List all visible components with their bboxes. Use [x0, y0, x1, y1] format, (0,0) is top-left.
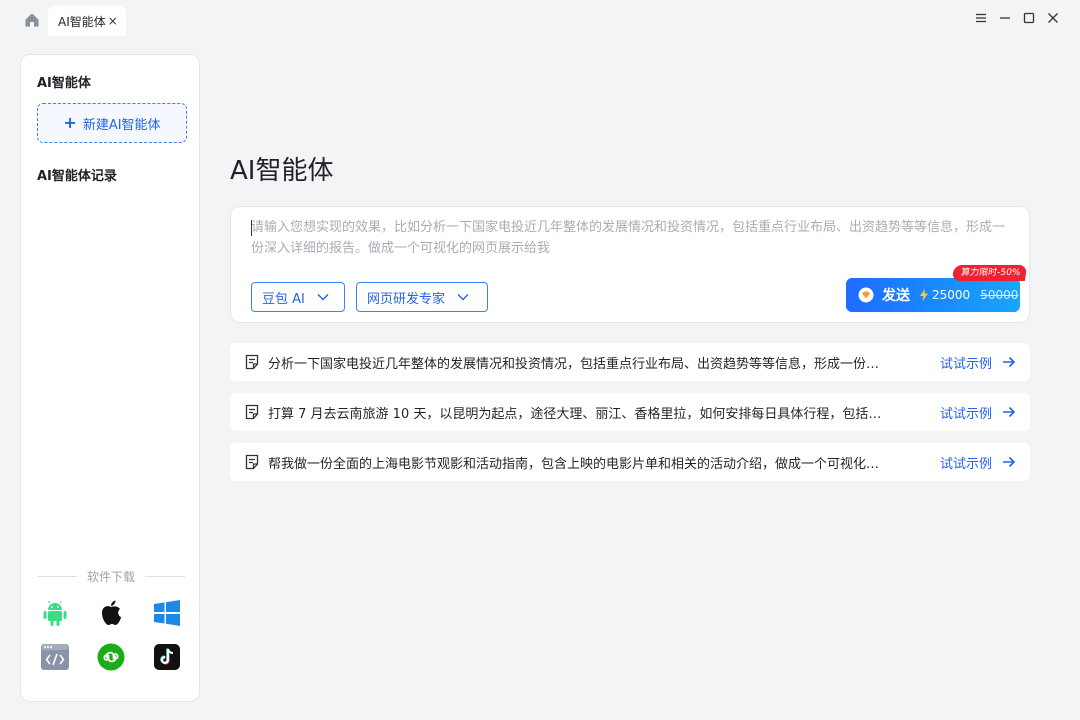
send-original-price: 50000 — [980, 288, 1019, 302]
promo-badge: 算力限时-50% — [951, 265, 1028, 281]
expert-select-value: 网页研发专家 — [367, 291, 446, 307]
example-item[interactable]: 分析一下国家电投近几年整体的发展情况和投资情况，包括重点行业布局、出资趋势等等信… — [230, 343, 1030, 381]
agent-history-title[interactable]: AI智能体记录 — [37, 165, 117, 184]
arrow-right-icon[interactable] — [1002, 405, 1016, 419]
new-agent-label: 新建AI智能体 — [82, 117, 161, 133]
tab-label: AI智能体 — [58, 14, 106, 29]
android-icon[interactable] — [41, 599, 69, 627]
windows-icon[interactable] — [153, 599, 181, 627]
vip-diamond-icon — [858, 287, 874, 303]
try-example-link[interactable]: 试试示例 — [940, 403, 992, 422]
model-select[interactable]: 豆包 AI — [251, 282, 345, 312]
try-example-link[interactable]: 试试示例 — [940, 353, 992, 372]
example-item[interactable]: 打算 7 月去云南旅游 10 天，以昆明为起点，途径大理、丽江、香格里拉，如何安… — [230, 393, 1030, 431]
prompt-card: 请输入您想实现的效果，比如分析一下国家电投近几年整体的发展情况和投资情况，包括重… — [230, 206, 1030, 323]
try-example-link[interactable]: 试试示例 — [940, 453, 992, 472]
arrow-right-icon[interactable] — [1002, 455, 1016, 469]
divider-line — [37, 575, 77, 577]
lightning-icon — [920, 289, 928, 301]
example-list: 分析一下国家电投近几年整体的发展情况和投资情况，包括重点行业布局、出资趋势等等信… — [230, 343, 1030, 493]
divider-line — [145, 575, 186, 577]
send-button[interactable]: 发送 25000 50000 — [846, 278, 1020, 312]
example-item[interactable]: 帮我做一份全面的上海电影节观影和活动指南，包含上映的电影片单和相关的活动介绍，做… — [230, 443, 1030, 481]
home-icon[interactable] — [22, 10, 42, 30]
new-agent-button[interactable]: + 新建AI智能体 — [37, 103, 187, 143]
send-price: 25000 — [932, 288, 971, 302]
page-title: AI智能体 — [230, 156, 334, 186]
example-text: 打算 7 月去云南旅游 10 天，以昆明为起点，途径大理、丽江、香格里拉，如何安… — [268, 406, 882, 422]
download-label: 软件下载 — [87, 569, 136, 584]
sidebar-title: AI智能体 — [37, 76, 91, 91]
document-icon — [245, 354, 259, 370]
plus-icon: + — [63, 113, 77, 132]
minimize-icon[interactable] — [998, 8, 1012, 28]
chevron-down-icon — [317, 294, 329, 301]
tab-ai-agent[interactable]: AI智能体 × — [48, 6, 126, 36]
maximize-icon[interactable] — [1022, 8, 1036, 28]
download-grid — [41, 599, 181, 671]
expert-select[interactable]: 网页研发专家 — [356, 282, 488, 312]
arrow-right-icon[interactable] — [1002, 355, 1016, 369]
example-text: 帮我做一份全面的上海电影节观影和活动指南，包含上映的电影片单和相关的活动介绍，做… — [268, 456, 880, 472]
title-bar: AI智能体 × — [0, 0, 1080, 36]
prompt-input[interactable]: 请输入您想实现的效果，比如分析一下国家电投近几年整体的发展情况和投资情况，包括重… — [251, 217, 1011, 259]
apple-icon[interactable] — [97, 599, 125, 627]
example-text: 分析一下国家电投近几年整体的发展情况和投资情况，包括重点行业布局、出资趋势等等信… — [268, 356, 880, 372]
sidebar: AI智能体 + 新建AI智能体 AI智能体记录 软件下载 — [20, 54, 200, 702]
close-icon[interactable] — [1046, 8, 1060, 28]
tab-close-button[interactable]: × — [108, 14, 118, 28]
menu-icon[interactable] — [974, 8, 988, 28]
mini-program-icon[interactable] — [97, 643, 125, 671]
text-caret — [251, 220, 252, 236]
tiktok-icon[interactable] — [153, 643, 181, 671]
send-label: 发送 — [882, 288, 910, 304]
document-icon — [245, 404, 259, 420]
document-icon — [245, 454, 259, 470]
web-icon[interactable] — [41, 643, 69, 671]
chevron-down-icon — [457, 294, 469, 301]
download-divider: 软件下载 — [37, 567, 186, 585]
model-select-value: 豆包 AI — [262, 291, 305, 307]
